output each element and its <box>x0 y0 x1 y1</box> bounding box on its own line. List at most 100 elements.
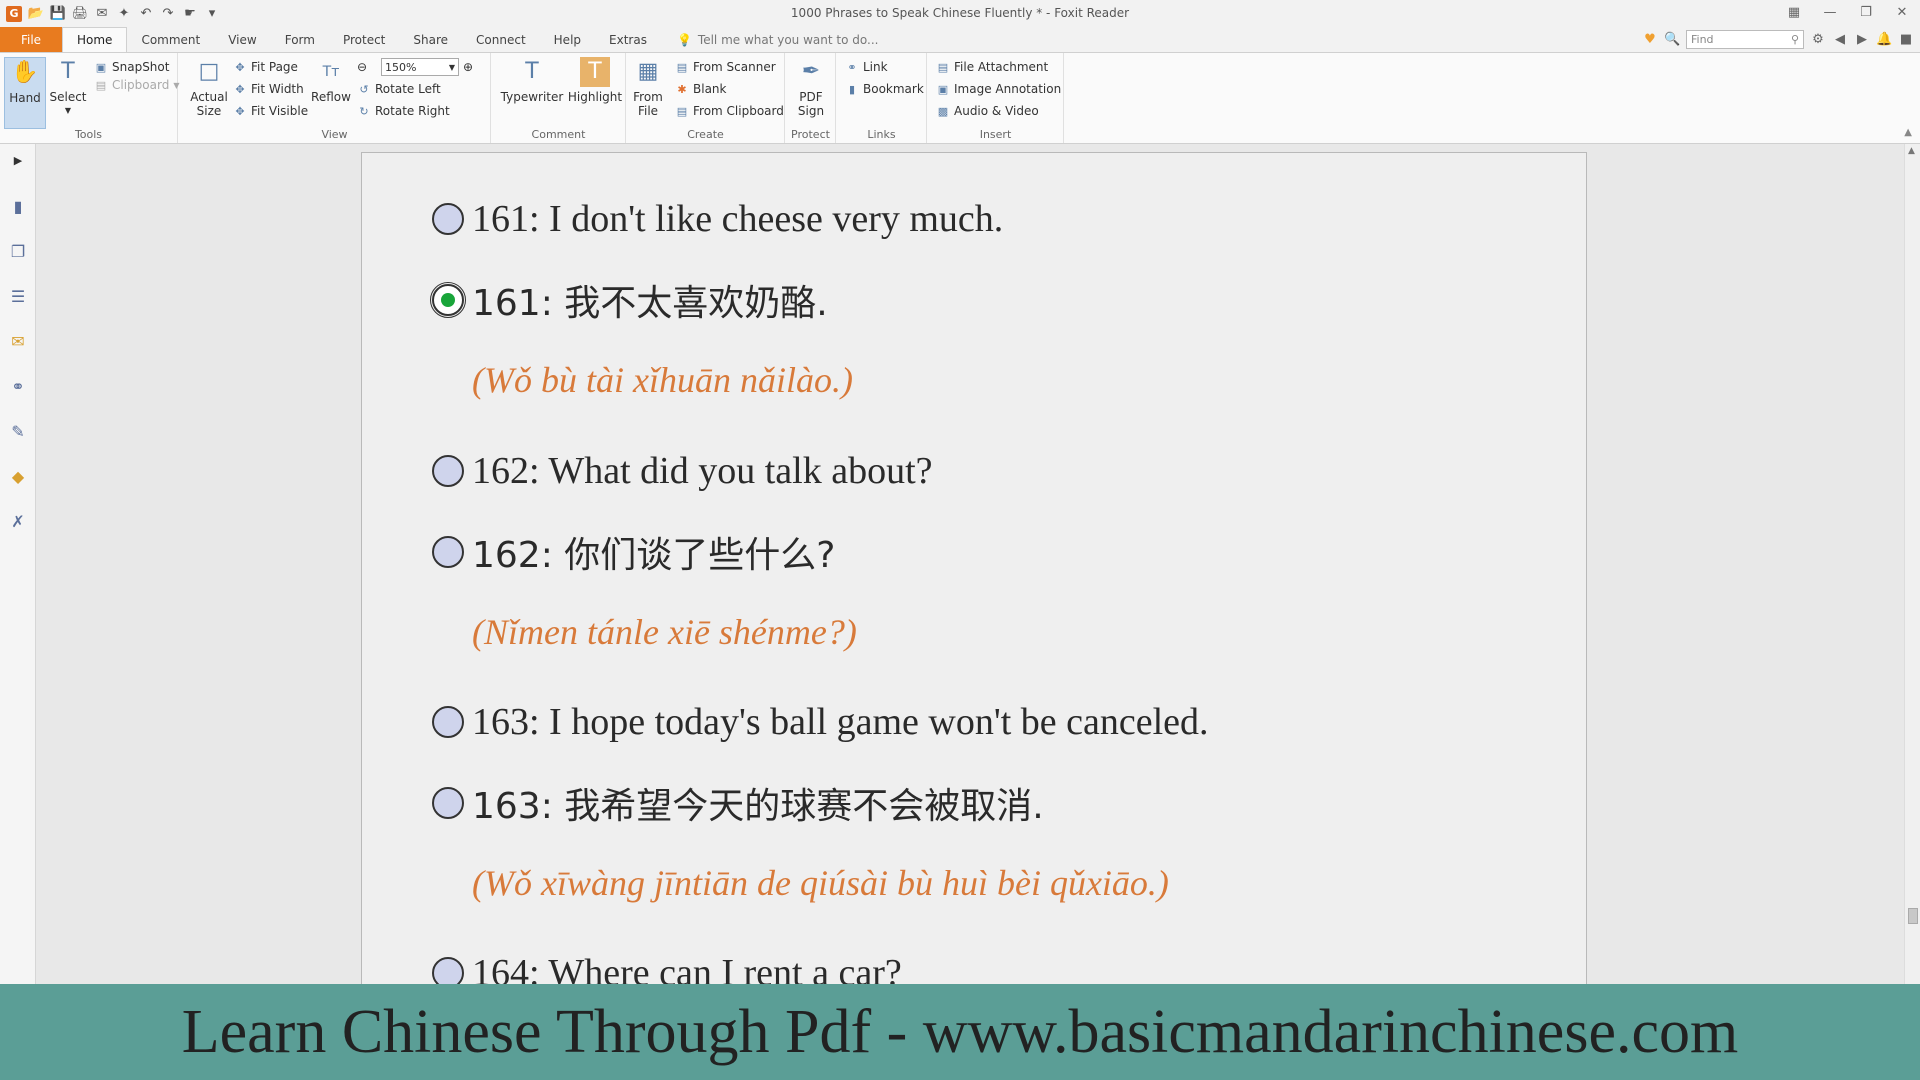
pdf-sign-button[interactable]: ✒ PDF Sign <box>792 57 830 119</box>
link-icon: ⚭ <box>847 60 857 74</box>
phrase-text: 164: Where can I rent a car? <box>472 952 902 984</box>
tell-me-box[interactable]: 💡 Tell me what you want to do... <box>677 27 879 52</box>
search-icon[interactable]: ⚲ <box>1791 33 1799 46</box>
select-button[interactable]: T Select ▼ <box>49 57 86 118</box>
radio-button[interactable] <box>432 787 464 819</box>
email-icon[interactable]: ✉ <box>94 6 110 22</box>
from-clipboard-button[interactable]: ▤ From Clipboard <box>675 102 784 120</box>
bookmark-panel-icon[interactable]: ▮ <box>8 196 28 216</box>
undo-icon[interactable]: ↶ <box>138 6 154 22</box>
search-folder-icon[interactable]: 🔍 <box>1664 32 1680 47</box>
pages-panel-icon[interactable]: ❐ <box>8 241 28 261</box>
tab-home[interactable]: Home <box>62 27 128 52</box>
tab-connect[interactable]: Connect <box>462 27 540 52</box>
restore-icon[interactable]: ❐ <box>1848 0 1884 24</box>
expand-pane-icon[interactable]: ▶ <box>8 150 28 170</box>
next-icon[interactable]: ▶ <box>1854 32 1870 47</box>
zoom-select[interactable]: 150% ▼ <box>381 58 459 76</box>
snapshot-button[interactable]: ▣ SnapShot <box>94 58 170 76</box>
group-label-view: View <box>321 128 348 141</box>
tab-form[interactable]: Form <box>271 27 329 52</box>
tab-extras[interactable]: Extras <box>595 27 661 52</box>
bell-icon[interactable]: 🔔 <box>1876 32 1892 47</box>
group-comment: T Typewriter T Highlight Comment <box>492 53 626 143</box>
layers-panel-icon[interactable]: ☰ <box>8 286 28 306</box>
pinyin-161: (Wǒ bù tài xǐhuān nǎilào.) <box>472 360 853 400</box>
radio-button[interactable] <box>432 706 464 738</box>
title-bar: G 📂 💾 🖨 ✉ ✦ ↶ ↷ ☛ ▾ 1000 Phrases to Spea… <box>0 0 1920 27</box>
fit-visible-button[interactable]: ✥ Fit Visible <box>233 102 308 120</box>
new-file-icon[interactable]: ✦ <box>116 6 132 22</box>
collapse-ribbon-icon[interactable]: ▲ <box>1904 127 1912 138</box>
app-icon[interactable]: G <box>6 5 22 22</box>
image-annotation-button[interactable]: ▣ Image Annotation <box>936 80 1061 98</box>
signatures-panel-icon[interactable]: ✎ <box>8 421 28 441</box>
phrase-162-zh: 162: 你们谈了些什么? <box>432 530 835 576</box>
actual-size-label-1: Actual <box>190 90 228 104</box>
pdf-sign-label-2: Sign <box>797 104 825 118</box>
open-icon[interactable]: 📂 <box>28 6 44 22</box>
previous-icon[interactable]: ◀ <box>1832 32 1848 47</box>
print-icon[interactable]: 🖨 <box>72 6 89 22</box>
tab-comment[interactable]: Comment <box>127 27 214 52</box>
comments-panel-icon[interactable]: ✉ <box>8 331 28 351</box>
rotate-right-button[interactable]: ↻ Rotate Right <box>357 102 449 120</box>
from-file-button[interactable]: ▦ From File <box>631 57 665 119</box>
zoom-in-icon[interactable]: ⊕ <box>463 58 473 76</box>
tab-view[interactable]: View <box>214 27 270 52</box>
attachments-panel-icon[interactable]: ⚭ <box>8 376 28 396</box>
tab-protect[interactable]: Protect <box>329 27 399 52</box>
bookmark-label: Bookmark <box>863 82 924 96</box>
tab-share[interactable]: Share <box>399 27 462 52</box>
hand-button[interactable]: ✋ Hand <box>4 57 46 129</box>
typewriter-button[interactable]: T Typewriter <box>500 57 564 105</box>
file-attachment-button[interactable]: ▤ File Attachment <box>936 58 1048 76</box>
rotate-left-button[interactable]: ↺ Rotate Left <box>357 80 440 98</box>
user-icon[interactable]: ■ <box>1898 32 1914 47</box>
close-icon[interactable]: ✕ <box>1884 0 1920 24</box>
camera-icon: ▣ <box>95 60 107 74</box>
radio-button[interactable] <box>432 455 464 487</box>
reflow-button[interactable]: Tт Reflow <box>311 57 351 104</box>
radio-button[interactable] <box>432 203 464 235</box>
scroll-thumb[interactable] <box>1908 908 1918 924</box>
redo-icon[interactable]: ↷ <box>160 6 176 22</box>
document-viewport[interactable]: 161: I don't like cheese very much. 161:… <box>36 144 1904 984</box>
fit-page-button[interactable]: ✥ Fit Page <box>233 58 298 76</box>
tools-panel-icon[interactable]: ✗ <box>8 511 28 531</box>
clipboard-button[interactable]: ▤ Clipboard ▼ <box>94 76 180 94</box>
customize-qat-icon[interactable]: ▾ <box>204 6 220 22</box>
hand-icon: ✋ <box>11 60 39 85</box>
vertical-scrollbar[interactable]: ▲ <box>1904 144 1920 984</box>
radio-button[interactable] <box>432 536 464 568</box>
actual-size-button[interactable]: □ Actual Size <box>189 57 229 119</box>
settings-gear-icon[interactable]: ⚙ <box>1810 32 1826 47</box>
radio-button-checked[interactable] <box>430 282 466 318</box>
blank-button[interactable]: ✱ Blank <box>675 80 726 98</box>
audio-video-button[interactable]: ▩ Audio & Video <box>936 102 1039 120</box>
phrase-text: 163: 我希望今天的球赛不会被取消. <box>472 786 1044 827</box>
tab-help[interactable]: Help <box>540 27 595 52</box>
layout-icon[interactable]: ▦ <box>1776 0 1812 24</box>
tab-file[interactable]: File <box>0 27 62 52</box>
tab-right-tools: ♥ 🔍 Find ⚲ ⚙ ◀ ▶ 🔔 ■ <box>1642 27 1920 52</box>
favorite-icon[interactable]: ♥ <box>1642 32 1658 47</box>
from-scanner-button[interactable]: ▤ From Scanner <box>675 58 776 76</box>
radio-button[interactable] <box>432 957 464 984</box>
snapshot-label: SnapShot <box>112 60 170 74</box>
bookmark-button[interactable]: ▮ Bookmark <box>845 80 924 98</box>
hand-tool-icon[interactable]: ☛ <box>182 6 198 22</box>
phrase-161-zh: 161: 我不太喜欢奶酪. <box>430 278 828 324</box>
security-panel-icon[interactable]: ◆ <box>8 466 28 486</box>
phrase-163-en: 163: I hope today's ball game won't be c… <box>432 700 1209 744</box>
find-input[interactable]: Find ⚲ <box>1686 30 1804 49</box>
minimize-icon[interactable]: — <box>1812 0 1848 24</box>
zoom-out-icon[interactable]: ⊖ <box>357 58 367 76</box>
link-button[interactable]: ⚭ Link <box>845 58 887 76</box>
highlight-button[interactable]: T Highlight <box>568 57 622 104</box>
save-icon[interactable]: 💾 <box>50 6 66 22</box>
fit-width-button[interactable]: ✥ Fit Width <box>233 80 303 98</box>
group-tools: ✋ Hand T Select ▼ ▣ SnapShot ▤ Clipboard… <box>0 53 180 143</box>
from-file-label-1: From <box>633 90 663 104</box>
scroll-up-icon[interactable]: ▲ <box>1908 146 1915 156</box>
